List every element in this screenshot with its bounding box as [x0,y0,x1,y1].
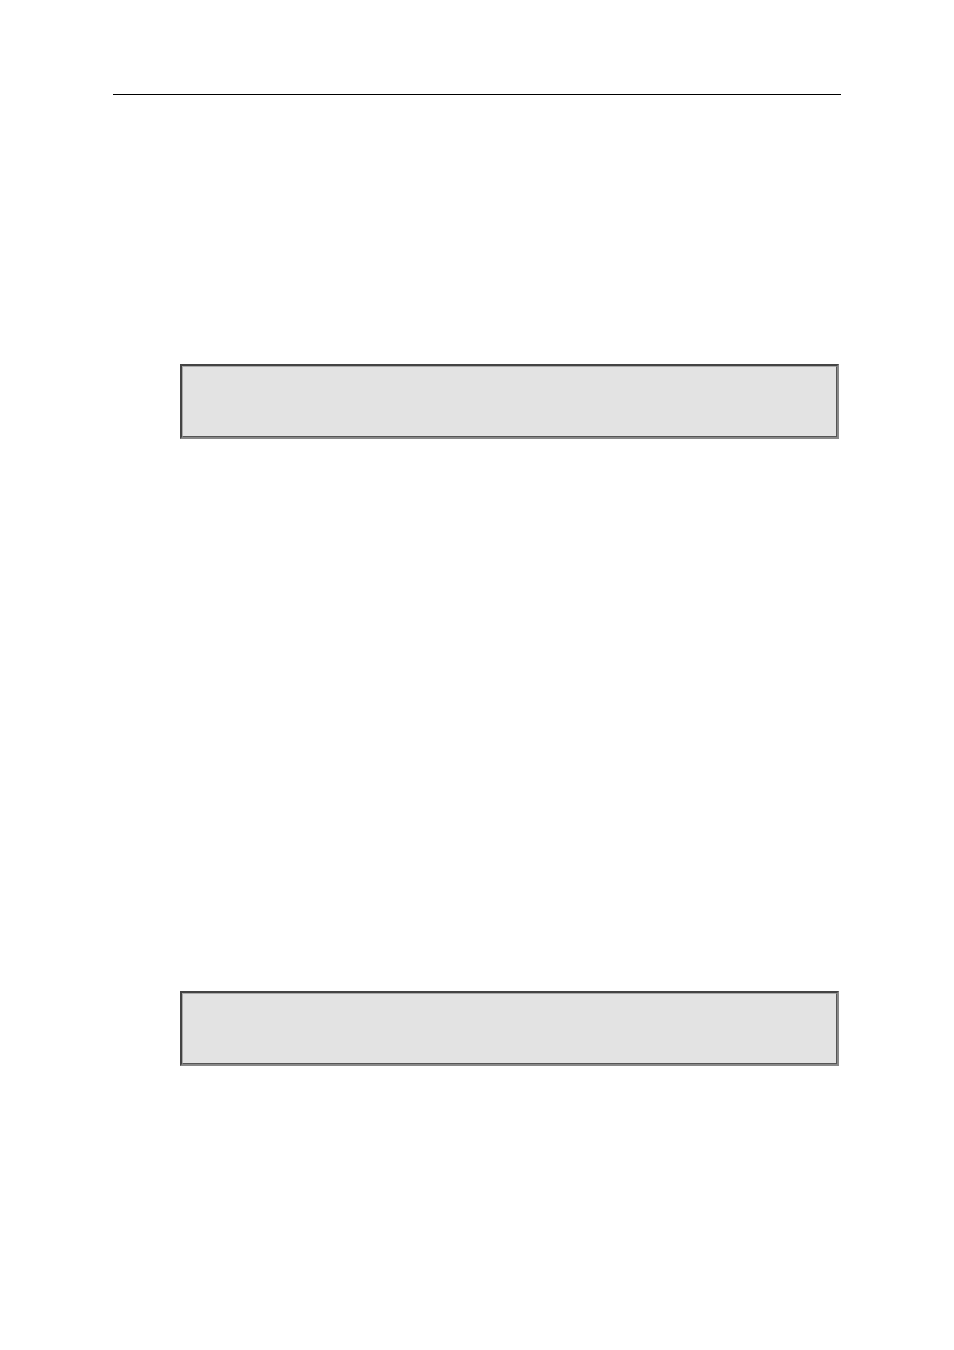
header-divider [113,94,841,95]
document-page [0,0,954,1350]
code-example-box-2 [180,991,839,1066]
code-example-box-1 [180,364,839,439]
